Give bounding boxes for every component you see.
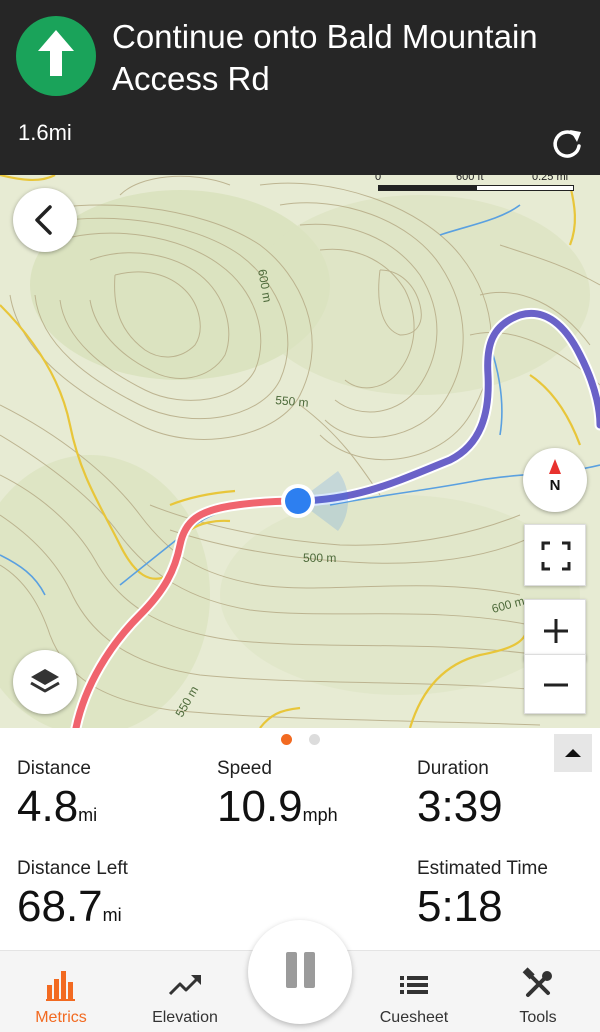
pause-ride-button[interactable] xyxy=(248,920,352,1024)
back-button[interactable] xyxy=(13,188,77,252)
reroute-icon[interactable] xyxy=(548,124,588,164)
metric-duration: Duration 3:39 xyxy=(417,758,503,832)
metric-value: 4.8mi xyxy=(17,782,98,831)
compass-button[interactable]: N xyxy=(523,448,587,512)
metric-value: 68.7mi xyxy=(17,882,122,931)
contour-label: 550 m xyxy=(275,393,309,410)
metric-unit: mi xyxy=(102,905,122,925)
map-layers-button[interactable] xyxy=(13,650,77,714)
fullscreen-button[interactable] xyxy=(524,524,586,586)
tab-cuesheet[interactable]: Cuesheet xyxy=(354,951,474,1032)
distance-to-maneuver: 1.6mi xyxy=(18,120,72,145)
metric-label: Speed xyxy=(217,758,272,779)
contour-label: 500 m xyxy=(303,551,336,565)
layers-icon xyxy=(30,669,60,693)
metric-value: 5:18 xyxy=(417,882,503,931)
tab-metrics[interactable]: Metrics xyxy=(1,951,121,1032)
maneuver-indicator xyxy=(16,16,96,96)
metric-value: 10.9mph xyxy=(217,782,338,831)
scale-middle-label: 600 ft xyxy=(456,175,484,183)
plus-icon xyxy=(544,619,568,643)
caret-up-icon xyxy=(565,749,581,757)
bar-chart-icon xyxy=(46,971,75,1001)
zoom-in-button[interactable] xyxy=(524,599,586,661)
scale-end-label: 0.25 mi xyxy=(532,175,569,183)
metric-unit: mi xyxy=(78,805,98,825)
straight-arrow-icon xyxy=(38,30,74,76)
metric-unit: mph xyxy=(302,805,338,825)
metric-label: Distance Left xyxy=(17,858,128,879)
pause-icon xyxy=(304,952,315,988)
page-dot-active[interactable] xyxy=(281,734,292,745)
metric-distance: Distance 4.8mi xyxy=(17,758,97,840)
page-dot[interactable] xyxy=(309,734,320,745)
scale-bar-graphic xyxy=(378,185,574,191)
ride-navigation-screen: Continue onto Bald Mountain Access Rd 1.… xyxy=(0,0,600,1032)
metric-distance-left: Distance Left 68.7mi xyxy=(17,858,128,940)
list-icon xyxy=(400,976,428,994)
tab-elevation[interactable]: Elevation xyxy=(125,951,245,1032)
tab-label: Metrics xyxy=(35,1009,87,1026)
pause-icon xyxy=(286,952,297,988)
trend-up-icon xyxy=(168,975,201,996)
metrics-panel: Distance 4.8mi Speed 10.9mph Duration 3:… xyxy=(0,728,600,950)
map-scale-bar: 0 600 ft 0.25 mi xyxy=(372,175,582,193)
current-location-dot xyxy=(285,488,311,514)
metric-label: Distance xyxy=(17,758,91,779)
expand-panel-button[interactable] xyxy=(554,734,592,772)
scale-start-label: 0 xyxy=(375,175,382,183)
tab-label: Tools xyxy=(519,1009,557,1026)
metric-label: Duration xyxy=(417,758,489,779)
turn-instruction: Continue onto Bald Mountain Access Rd xyxy=(112,18,538,97)
metric-value: 3:39 xyxy=(417,782,503,831)
tab-tools[interactable]: Tools xyxy=(478,951,598,1032)
tools-icon xyxy=(522,967,552,997)
metric-label: Estimated Time xyxy=(417,858,548,879)
metric-speed: Speed 10.9mph xyxy=(217,758,338,840)
minus-icon xyxy=(544,683,568,687)
tab-label: Elevation xyxy=(152,1009,218,1026)
map-view[interactable]: 600 m 550 m 500 m 600 m 550 m 0 600 ft 0… xyxy=(0,175,600,728)
navigation-banner: Continue onto Bald Mountain Access Rd 1.… xyxy=(0,0,600,175)
metric-estimated-time: Estimated Time 5:18 xyxy=(417,858,548,932)
chevron-left-icon xyxy=(35,205,52,235)
zoom-out-button[interactable] xyxy=(524,654,586,714)
page-indicator xyxy=(0,734,600,746)
fullscreen-icon xyxy=(541,541,571,571)
compass-north-label: N xyxy=(549,477,561,494)
topographic-map: 600 m 550 m 500 m 600 m 550 m xyxy=(0,175,600,728)
tab-label: Cuesheet xyxy=(379,1009,449,1026)
